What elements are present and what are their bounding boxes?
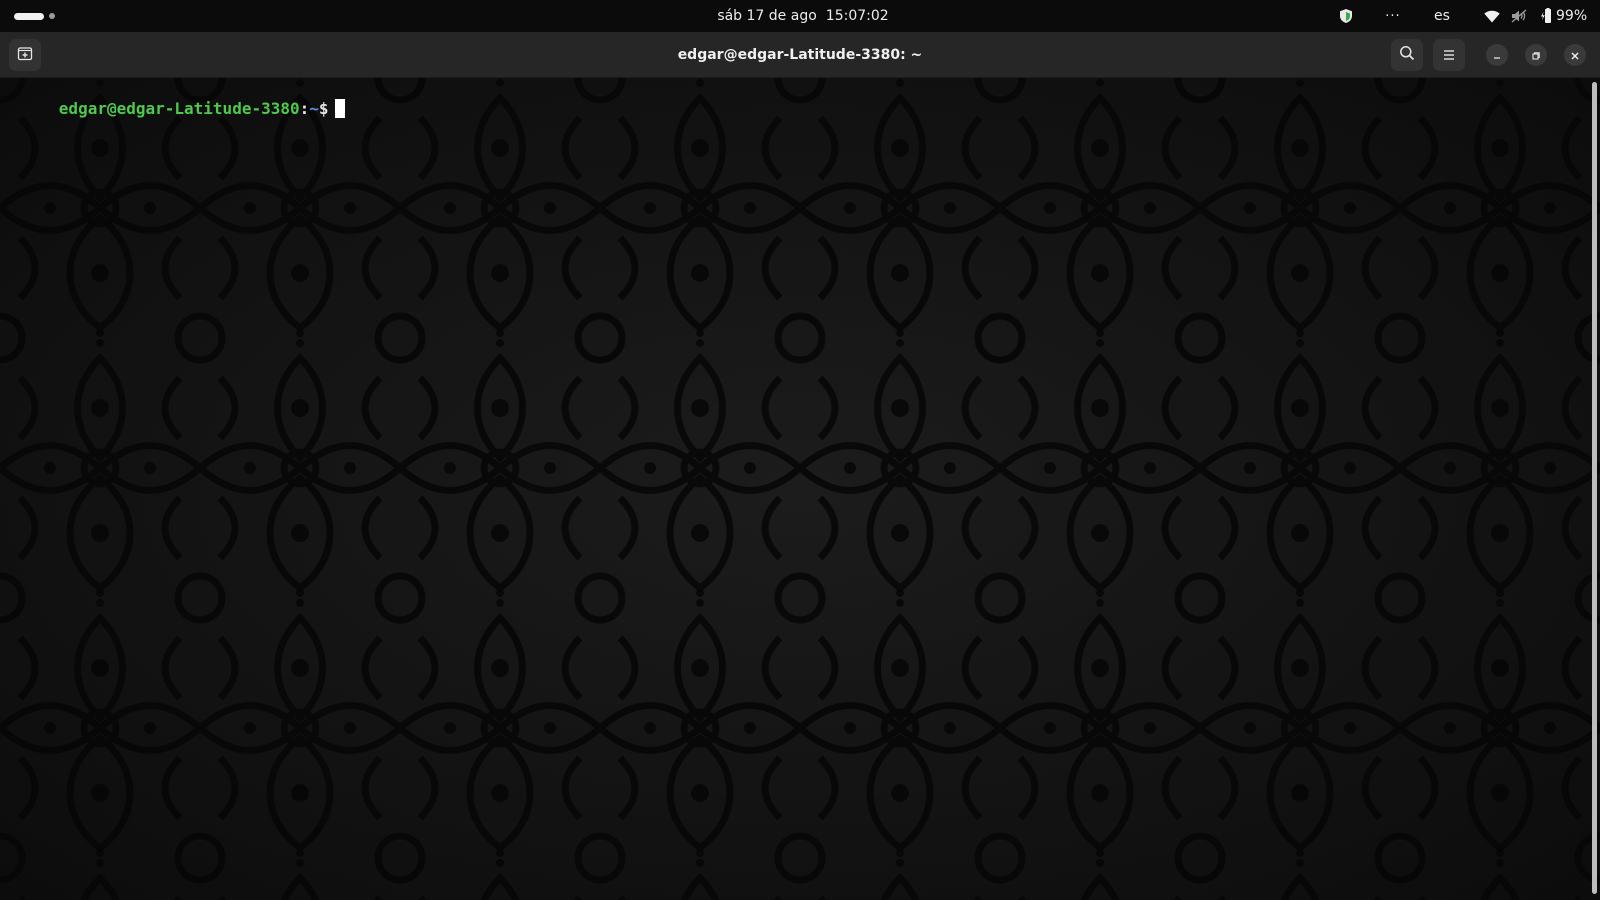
main-menu-button[interactable] <box>1433 39 1465 71</box>
volume-muted-icon[interactable] <box>1509 0 1529 32</box>
hamburger-menu-icon <box>1442 46 1456 65</box>
battery-charging-icon[interactable] <box>1539 0 1555 32</box>
time-label: 15:07:02 <box>825 8 889 24</box>
wifi-icon[interactable] <box>1482 0 1502 32</box>
window-header-bar[interactable]: edgar@edgar-Latitude-3380: ~ <box>0 32 1600 78</box>
new-tab-button[interactable] <box>9 39 41 71</box>
overflow-indicator[interactable]: ··· <box>1381 0 1405 32</box>
minimize-button[interactable] <box>1486 44 1508 66</box>
prompt-colon: : <box>299 99 310 118</box>
terminal-scrollbar[interactable] <box>1592 82 1597 894</box>
keyboard-layout-indicator[interactable]: es <box>1430 0 1454 32</box>
close-button[interactable] <box>1564 44 1586 66</box>
terminal-window: edgar@edgar-Latitude-3380: ~ edgar@edgar… <box>0 32 1600 900</box>
date-label: sáb 17 de ago <box>717 8 817 24</box>
restore-icon <box>1531 46 1541 65</box>
shell-prompt-line: edgar@edgar-Latitude-3380:~$ <box>1 79 345 139</box>
text-cursor <box>334 99 345 118</box>
date-time-menu[interactable]: sáb 17 de ago 15:07:02 <box>717 8 888 24</box>
new-tab-icon <box>17 45 33 65</box>
window-title: edgar@edgar-Latitude-3380: ~ <box>677 47 923 63</box>
workspace-active-indicator <box>14 12 44 20</box>
system-top-bar: sáb 17 de ago 15:07:02 ··· es 99% <box>0 0 1600 32</box>
maximize-button[interactable] <box>1525 44 1547 66</box>
damask-background-pattern <box>0 78 1600 900</box>
clock-container: sáb 17 de ago 15:07:02 <box>0 0 1600 32</box>
minimize-icon <box>1492 46 1502 65</box>
shield-icon[interactable] <box>1336 0 1356 32</box>
search-icon <box>1399 45 1415 65</box>
battery-percentage[interactable]: 99% <box>1556 0 1596 32</box>
activities-indicator[interactable] <box>14 10 55 22</box>
terminal-viewport[interactable]: edgar@edgar-Latitude-3380:~$ <box>0 78 1600 900</box>
prompt-path: ~ <box>309 99 319 118</box>
search-button[interactable] <box>1391 39 1423 71</box>
prompt-symbol: $ <box>318 99 329 118</box>
close-icon <box>1570 46 1580 65</box>
workspace-dot-indicator <box>49 13 55 19</box>
prompt-user-host: edgar@edgar-Latitude-3380 <box>58 99 300 118</box>
